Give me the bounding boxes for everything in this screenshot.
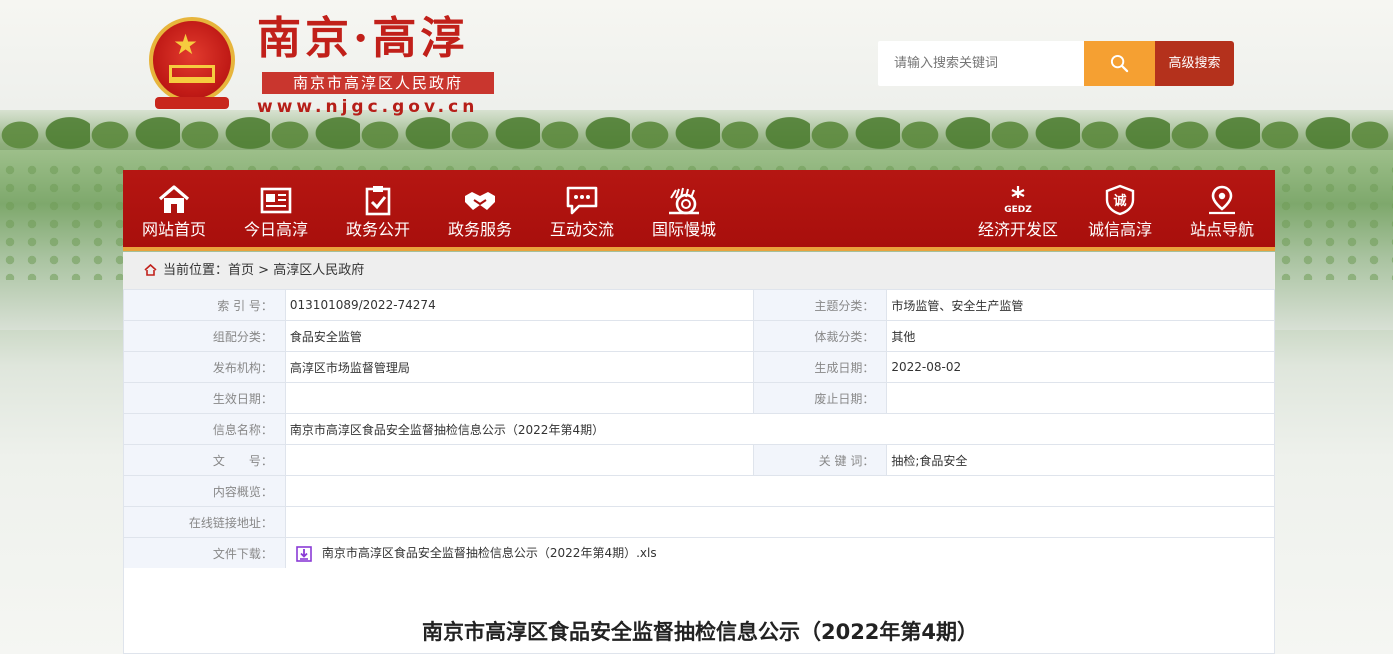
site-subtitle: 南京市高淳区人民政府: [262, 72, 494, 94]
gedz-logo-icon: GEDZ: [1004, 186, 1032, 215]
org-category-label: 组配分类：: [123, 320, 286, 352]
search-button[interactable]: [1084, 41, 1155, 86]
file-download-cell: 南京市高淳区食品安全监督抽检信息公示（2022年第4期）.xls: [284, 537, 1276, 569]
clipboard-check-icon: [365, 186, 391, 216]
nav-item-today[interactable]: 今日高淳: [225, 170, 327, 247]
file-download-label: 文件下载：: [123, 537, 286, 569]
org-category-value: 食品安全监管: [284, 320, 755, 352]
effective-date-label: 生效日期：: [123, 382, 286, 414]
location-pin-icon: [1209, 185, 1235, 215]
snail-icon: [669, 187, 699, 215]
national-emblem-logo[interactable]: ★: [147, 17, 237, 111]
created-date-value: 2022-08-02: [886, 351, 1275, 383]
search-input[interactable]: [878, 41, 1084, 86]
nav-item-site-map[interactable]: 站点导航: [1171, 170, 1273, 247]
article-body: 南京市高淳区食品安全监督抽检信息公示（2022年第4期）: [123, 568, 1275, 654]
nav-label: 今日高淳: [243, 220, 308, 239]
topic-label: 主题分类：: [753, 289, 888, 321]
genre-label: 体裁分类：: [753, 320, 888, 352]
nav-item-gov-open[interactable]: 政务公开: [327, 170, 429, 247]
nav-label: 诚信高淳: [1087, 220, 1152, 239]
index-no-value: 013101089/2022-74274: [284, 289, 755, 321]
table-row: 发布机构： 高淳区市场监督管理局 生成日期： 2022-08-02: [123, 351, 1275, 383]
summary-value: [284, 475, 1276, 507]
table-row: 在线链接地址：: [123, 506, 1276, 538]
created-date-label: 生成日期：: [753, 351, 888, 383]
table-row: 信息名称： 南京市高淳区食品安全监督抽检信息公示（2022年第4期）: [123, 413, 1276, 445]
effective-date-value: [284, 382, 755, 414]
svg-text:诚: 诚: [1113, 193, 1126, 209]
download-icon[interactable]: [296, 545, 312, 562]
index-no-label: 索 引 号：: [123, 289, 286, 321]
home-icon: [158, 185, 190, 213]
search-icon: [1110, 54, 1129, 73]
doc-no-value: [284, 444, 755, 476]
breadcrumb: 当前位置：首页 > 高淳区人民政府: [123, 252, 1275, 289]
svg-text:GEDZ: GEDZ: [1004, 205, 1032, 215]
table-row: 索 引 号： 013101089/2022-74274 主题分类： 市场监管、安…: [123, 289, 1275, 321]
keywords-label: 关 键 词：: [753, 444, 888, 476]
file-download-link[interactable]: 南京市高淳区食品安全监督抽检信息公示（2022年第4期）.xls: [322, 546, 657, 560]
table-row: 组配分类： 食品安全监管 体裁分类： 其他: [123, 320, 1275, 352]
nav-label: 政务公开: [345, 220, 410, 239]
site-title[interactable]: 南京·高淳: [257, 12, 468, 66]
advanced-search-button[interactable]: 高级搜索: [1155, 41, 1234, 86]
keywords-value: 抽检;食品安全: [886, 444, 1275, 476]
breadcrumb-separator: >: [254, 263, 274, 278]
table-row: 文件下载： 南京市高淳区食品安全监督抽检信息公示（2022年第4期）.xls: [123, 537, 1276, 569]
nav-item-interaction[interactable]: 互动交流: [531, 170, 633, 247]
topic-value: 市场监管、安全生产监管: [886, 289, 1275, 321]
table-row: 内容概览：: [123, 475, 1276, 507]
integrity-icon: 诚: [1105, 184, 1135, 216]
nav-item-home[interactable]: 网站首页: [123, 170, 225, 247]
document-info-table: 索 引 号： 013101089/2022-74274 主题分类： 市场监管、安…: [123, 289, 1276, 569]
nav-item-gov-service[interactable]: 政务服务: [429, 170, 531, 247]
home-icon: [144, 264, 157, 276]
summary-label: 内容概览：: [123, 475, 286, 507]
online-link-label: 在线链接地址：: [123, 506, 286, 538]
genre-value: 其他: [886, 320, 1275, 352]
main-nav: 网站首页 今日高淳 政务公开 政务服务 互动交流 国际慢城 GEDZ 经济开发区…: [123, 170, 1275, 251]
nav-label: 国际慢城: [651, 220, 716, 239]
breadcrumb-current-link[interactable]: 高淳区人民政府: [273, 263, 364, 278]
breadcrumb-prefix: 当前位置：: [163, 263, 229, 278]
handshake-icon: [465, 192, 495, 210]
nav-label: 互动交流: [549, 220, 614, 239]
table-row: 生效日期： 废止日期：: [123, 382, 1275, 414]
nav-label: 经济开发区: [977, 220, 1058, 239]
nav-item-slow-city[interactable]: 国际慢城: [633, 170, 735, 247]
nav-item-integrity[interactable]: 诚 诚信高淳: [1069, 170, 1171, 247]
abolished-date-label: 废止日期：: [753, 382, 888, 414]
breadcrumb-home-link[interactable]: 首页: [228, 263, 254, 278]
site-url: www.njgc.gov.cn: [257, 97, 479, 117]
publisher-label: 发布机构：: [123, 351, 286, 383]
article-title: 南京市高淳区食品安全监督抽检信息公示（2022年第4期）: [421, 620, 979, 644]
chat-icon: [566, 186, 598, 215]
online-link-value: [284, 506, 1276, 538]
site-header: ★ 南京·高淳 南京市高淳区人民政府 www.njgc.gov.cn 高级搜索: [0, 0, 1393, 170]
table-row: 文 号： 关 键 词： 抽检;食品安全: [123, 444, 1275, 476]
nav-label: 政务服务: [447, 220, 512, 239]
nav-label: 站点导航: [1189, 220, 1254, 239]
abolished-date-value: [886, 382, 1275, 414]
doc-no-label: 文 号：: [123, 444, 286, 476]
info-name-value: 南京市高淳区食品安全监督抽检信息公示（2022年第4期）: [284, 413, 1276, 445]
info-name-label: 信息名称：: [123, 413, 286, 445]
nav-item-dev-zone[interactable]: GEDZ 经济开发区: [967, 170, 1069, 247]
publisher-value: 高淳区市场监督管理局: [284, 351, 755, 383]
newspaper-icon: [260, 187, 292, 214]
nav-label: 网站首页: [141, 220, 206, 239]
